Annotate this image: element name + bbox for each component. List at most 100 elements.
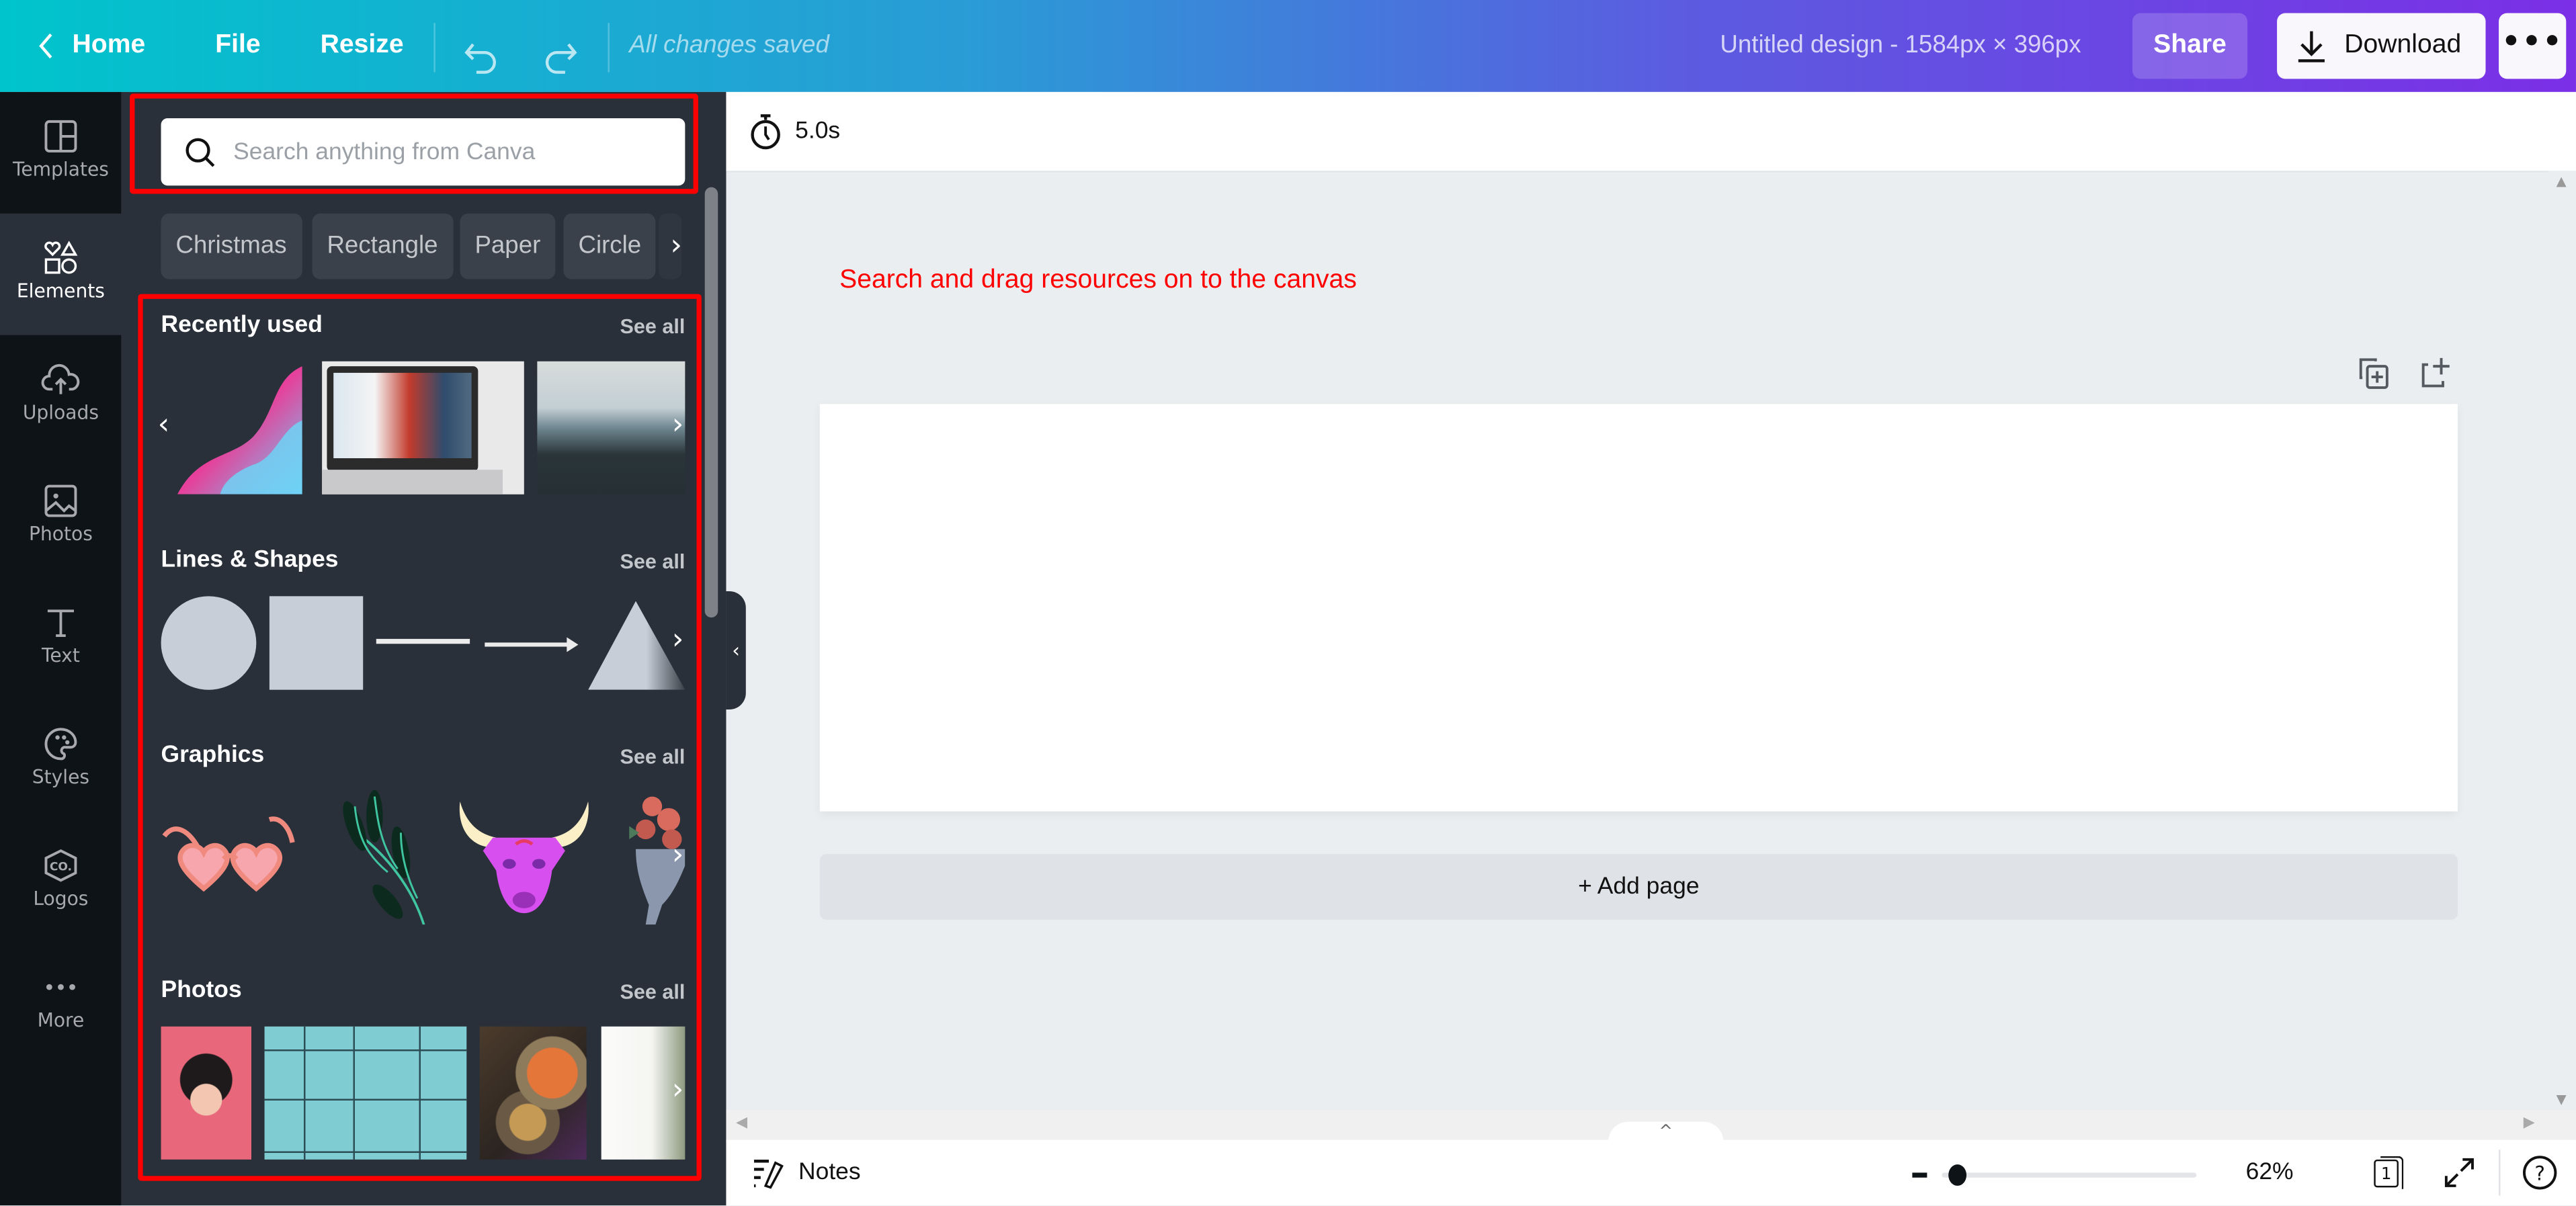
shapes-next-chevron-icon[interactable]: ›	[672, 622, 684, 656]
design-canvas-page[interactable]	[819, 404, 2458, 812]
download-button[interactable]: Download	[2277, 13, 2486, 79]
image-icon	[44, 484, 77, 517]
shape-triangle[interactable]	[588, 601, 685, 690]
heart-sunglasses-graphic	[162, 816, 295, 892]
zoom-out-icon[interactable]	[1912, 1172, 1927, 1178]
scroll-up-arrow-icon[interactable]: ▲	[2557, 174, 2567, 189]
expand-pages-tab[interactable]: ^	[1608, 1121, 1724, 1142]
resize-button[interactable]: Resize	[321, 0, 404, 92]
more-options-button[interactable]: •••	[2499, 13, 2567, 79]
share-button[interactable]: Share	[2132, 13, 2248, 79]
undo-icon	[464, 43, 496, 74]
see-all-lines-shapes[interactable]: See all	[620, 550, 685, 573]
cloud-upload-icon	[41, 363, 80, 394]
duplicate-page-icon	[2359, 358, 2388, 389]
recent-prev-chevron-icon[interactable]: ‹	[158, 407, 170, 441]
fullscreen-expand-icon	[2444, 1158, 2474, 1187]
rail-item-templates[interactable]: Templates	[0, 92, 122, 214]
triangle-shape	[588, 601, 685, 690]
rail-item-photos[interactable]: Photos	[0, 457, 122, 578]
annotation-text: Search and drag resources on to the canv…	[839, 266, 1357, 294]
see-all-photos[interactable]: See all	[620, 980, 685, 1003]
zoom-slider-track[interactable]	[1942, 1172, 2197, 1178]
leaf-branch-graphic	[343, 789, 425, 925]
text-icon	[47, 609, 75, 637]
photos-next-chevron-icon[interactable]: ›	[672, 1072, 684, 1107]
page-count-button[interactable]: 1	[2374, 1156, 2404, 1193]
redo-button[interactable]	[542, 26, 579, 74]
purple-wave-shape	[177, 366, 302, 494]
arrow-line-icon	[485, 637, 579, 652]
graphics-next-chevron-icon[interactable]: ›	[672, 838, 684, 872]
redo-icon	[545, 43, 577, 74]
stopwatch-icon	[751, 114, 780, 150]
add-page-button[interactable]: + Add page	[819, 854, 2458, 920]
shape-square[interactable]	[269, 596, 364, 690]
search-input[interactable]	[233, 118, 669, 186]
home-button[interactable]: Home	[36, 0, 145, 92]
file-menu-button[interactable]: File	[215, 0, 260, 92]
search-box[interactable]	[161, 118, 685, 186]
recent-item-forest-photo[interactable]	[537, 361, 685, 494]
divider	[433, 23, 435, 73]
download-icon	[2298, 31, 2325, 62]
rail-item-logos[interactable]: CO. Logos	[0, 821, 122, 943]
shape-line[interactable]	[376, 638, 470, 644]
scroll-left-arrow-icon[interactable]: ◀	[736, 1115, 747, 1131]
download-label: Download	[2344, 31, 2462, 60]
undo-button[interactable]	[463, 26, 499, 74]
see-all-graphics[interactable]: See all	[620, 746, 685, 769]
notes-icon	[754, 1160, 784, 1189]
rail-item-uploads[interactable]: Uploads	[0, 335, 122, 457]
chips-next-chevron-icon[interactable]: ›	[670, 228, 682, 263]
recent-item-laptop-photo[interactable]	[322, 361, 524, 494]
bull-head-graphic	[459, 801, 589, 914]
zoom-slider-thumb[interactable]	[1947, 1164, 1966, 1186]
scroll-right-arrow-icon[interactable]: ▶	[2524, 1115, 2535, 1131]
rail-label: Text	[41, 644, 80, 667]
add-page-icon-button[interactable]	[2417, 355, 2453, 391]
duration-button[interactable]: 5.0s	[749, 112, 840, 151]
more-dots-icon	[46, 984, 75, 990]
search-icon	[185, 138, 215, 167]
collapse-panel-button[interactable]: ‹	[726, 591, 746, 710]
chevron-left-icon	[39, 33, 52, 58]
templates-icon	[44, 120, 77, 153]
section-title-lines-shapes: Lines & Shapes	[161, 547, 339, 574]
shape-circle[interactable]	[161, 596, 257, 690]
canvas-vertical-scrollbar[interactable]: ▲ ▼	[2548, 171, 2576, 1111]
recent-item-purple-wave[interactable]	[174, 363, 302, 494]
rail-item-styles[interactable]: Styles	[0, 699, 122, 821]
recent-next-chevron-icon[interactable]: ›	[672, 407, 684, 441]
chip-christmas[interactable]: Christmas	[161, 213, 302, 279]
see-all-recently-used[interactable]: See all	[620, 315, 685, 338]
zoom-percentage[interactable]: 62%	[2246, 1139, 2294, 1205]
chip-circle[interactable]: Circle	[563, 213, 657, 279]
rail-label: More	[37, 1008, 85, 1032]
rail-item-elements[interactable]: Elements	[0, 213, 122, 335]
fullscreen-button[interactable]	[2443, 1156, 2476, 1196]
photo-glass-building[interactable]	[264, 1026, 467, 1160]
duplicate-page-button[interactable]	[2356, 355, 2392, 391]
notes-button[interactable]: Notes	[753, 1139, 861, 1205]
section-title-photos: Photos	[161, 977, 242, 1004]
photo-woman-pink-balls[interactable]	[161, 1026, 252, 1160]
rail-item-text[interactable]: Text	[0, 578, 122, 699]
graphic-heart-sunglasses[interactable]	[161, 816, 299, 895]
laptop-screen-content	[333, 372, 472, 459]
save-status: All changes saved	[629, 31, 829, 60]
photo-diwali-food[interactable]	[479, 1026, 587, 1160]
rail-label: Elements	[16, 279, 105, 302]
rail-item-more[interactable]: More	[0, 943, 122, 1064]
graphic-leaf-branch[interactable]	[322, 789, 437, 925]
document-title[interactable]: Untitled design - 1584px × 396px	[1720, 0, 2081, 92]
shape-arrow[interactable]	[485, 631, 580, 652]
divider	[608, 23, 610, 73]
chip-rectangle[interactable]: Rectangle	[312, 213, 453, 279]
scroll-down-arrow-icon[interactable]: ▼	[2557, 1092, 2567, 1107]
help-button[interactable]: ?	[2522, 1154, 2558, 1197]
panel-scrollbar[interactable]	[704, 187, 718, 618]
chip-paper[interactable]: Paper	[460, 213, 556, 279]
svg-text:?: ?	[2534, 1162, 2545, 1185]
graphic-bull-head[interactable]	[457, 798, 591, 916]
